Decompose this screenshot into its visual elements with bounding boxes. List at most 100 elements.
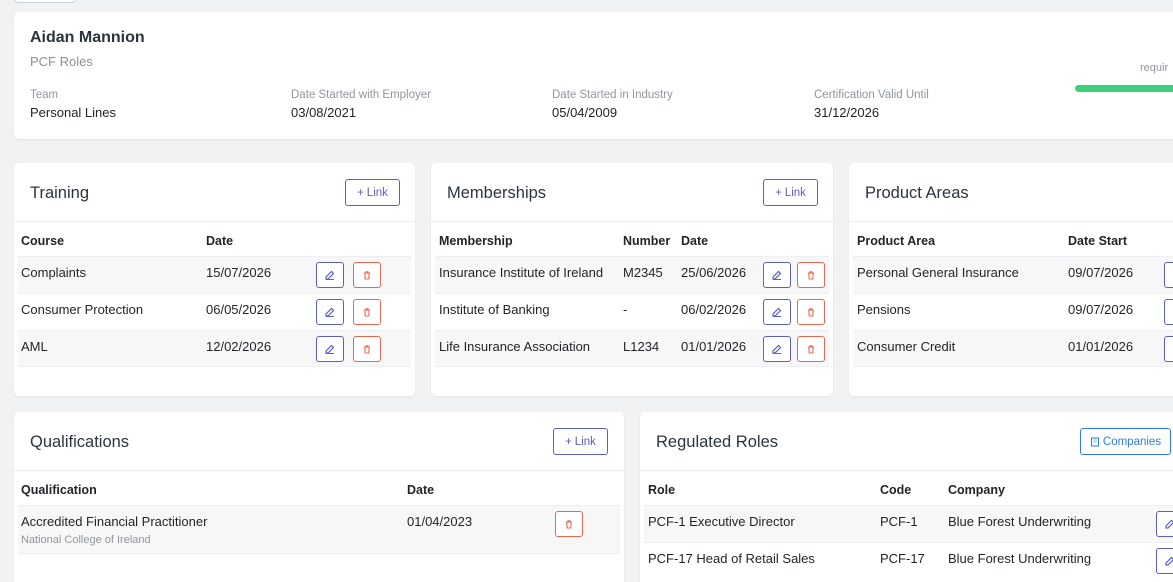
memberships-link-label: Link (784, 186, 806, 199)
course-date: 12/02/2026 (206, 339, 272, 354)
trash-icon (808, 271, 814, 280)
course-date: 06/05/2026 (206, 302, 272, 317)
edit-button[interactable] (1164, 299, 1173, 325)
edit-icon (772, 270, 782, 280)
date-column-header: Date (681, 234, 709, 248)
regulated-roles-title: Regulated Roles (656, 433, 778, 451)
certification-field: Certification Valid Until 31/12/2026 (814, 89, 929, 120)
role-company: Blue Forest Underwriting (948, 551, 1092, 566)
delete-button[interactable] (797, 336, 825, 362)
product-area-date: 01/01/2026 (1068, 339, 1134, 354)
edit-button[interactable] (316, 336, 344, 362)
course-name: Consumer Protection (21, 302, 144, 317)
table-row: Insurance Institute of Ireland M2345 25/… (435, 256, 829, 293)
regulated-roles-header: Regulated Roles Companies (640, 412, 1173, 471)
plus-icon: + (775, 186, 782, 199)
edit-icon (1165, 556, 1173, 566)
industry-start-value: 05/04/2009 (552, 105, 618, 120)
qualification-date: 01/04/2023 (407, 514, 473, 529)
memberships-link-button[interactable]: + Link (763, 179, 818, 206)
edit-icon (1165, 519, 1173, 529)
qualification-column-header: Qualification (21, 483, 97, 497)
table-row: Complaints 15/07/2026 (18, 256, 411, 293)
edit-button[interactable] (763, 299, 791, 325)
product-area-name: Consumer Credit (857, 339, 956, 354)
edit-button[interactable] (763, 262, 791, 288)
edit-button[interactable] (1156, 511, 1173, 537)
employee-subtitle: PCF Roles (30, 54, 93, 69)
product-areas-card: Product Areas Product Area Date Start Pe… (849, 163, 1173, 396)
membership-date: 25/06/2026 (681, 265, 747, 280)
membership-date: 06/02/2026 (681, 302, 747, 317)
plus-icon: + (565, 435, 572, 448)
team-field: Team Personal Lines (30, 89, 116, 120)
qualifications-link-button[interactable]: + Link (553, 428, 608, 455)
requirements-label: requir (1140, 62, 1169, 74)
team-label: Team (30, 89, 59, 101)
membership-number: L1234 (623, 339, 660, 354)
delete-button[interactable] (797, 262, 825, 288)
delete-button[interactable] (353, 262, 381, 288)
memberships-header: Memberships + Link (431, 163, 833, 222)
role-column-header: Role (648, 483, 676, 497)
edit-icon (772, 307, 782, 317)
employer-start-value: 03/08/2021 (291, 105, 357, 120)
date-column-header: Date (206, 234, 234, 248)
membership-number: M2345 (623, 265, 663, 280)
trash-icon (808, 345, 814, 354)
table-row: Institute of Banking - 06/02/2026 (435, 293, 829, 330)
edit-button[interactable] (316, 299, 344, 325)
training-header: Training + Link (14, 163, 415, 222)
table-row: AML 12/02/2026 (18, 330, 411, 367)
delete-button[interactable] (797, 299, 825, 325)
trash-icon (808, 308, 814, 317)
table-row: PCF-1 Executive Director PCF-1 Blue Fore… (644, 505, 1173, 542)
table-row: Pensions 09/07/2026 (853, 293, 1173, 330)
top-back-button[interactable] (14, 0, 76, 3)
membership-column-header: Membership (439, 234, 513, 248)
building-icon (1090, 437, 1099, 446)
product-area-name: Pensions (857, 302, 911, 317)
role-company: Blue Forest Underwriting (948, 514, 1092, 529)
requirements-progress-fill (1075, 85, 1173, 92)
membership-name: Insurance Institute of Ireland (439, 265, 604, 280)
edit-button[interactable] (316, 262, 344, 288)
edit-button[interactable] (1156, 548, 1173, 574)
delete-button[interactable] (353, 336, 381, 362)
memberships-title: Memberships (447, 184, 547, 202)
training-link-button[interactable]: + Link (345, 179, 400, 206)
qualification-name: Accredited Financial Practitioner (21, 514, 208, 529)
edit-icon (325, 344, 335, 354)
delete-button[interactable] (353, 299, 381, 325)
qualifications-card: Qualifications + Link Qualification Date … (14, 412, 624, 582)
product-area-name: Personal General Insurance (857, 265, 1019, 280)
table-row: PCF-17 Head of Retail Sales PCF-17 Blue … (644, 542, 1173, 579)
table-row: Life Insurance Association L1234 01/01/2… (435, 330, 829, 367)
edit-button[interactable] (1164, 336, 1173, 362)
date-column-header: Date (407, 483, 435, 497)
employee-name: Aidan Mannion (30, 29, 145, 46)
table-row: Personal General Insurance 09/07/2026 (853, 256, 1173, 293)
table-row: Consumer Credit 01/01/2026 (853, 330, 1173, 367)
qualifications-link-label: Link (574, 435, 596, 448)
training-link-label: Link (366, 186, 388, 199)
product-areas-title: Product Areas (865, 184, 969, 202)
delete-button[interactable] (555, 511, 583, 537)
companies-label: Companies (1102, 435, 1162, 448)
edit-icon (325, 270, 335, 280)
edit-icon (325, 307, 335, 317)
course-date: 15/07/2026 (206, 265, 272, 280)
certification-value: 31/12/2026 (814, 105, 880, 120)
employer-start-field: Date Started with Employer 03/08/2021 (291, 89, 431, 120)
edit-button[interactable] (1164, 262, 1173, 288)
companies-button[interactable]: Companies (1080, 428, 1171, 455)
edit-icon (772, 344, 782, 354)
product-area-date: 09/07/2026 (1068, 302, 1134, 317)
role-code: PCF-17 (880, 551, 925, 566)
qualifications-title: Qualifications (30, 433, 130, 451)
date-start-column-header: Date Start (1068, 234, 1128, 248)
certification-label: Certification Valid Until (814, 89, 929, 101)
company-column-header: Company (948, 483, 1005, 497)
edit-button[interactable] (763, 336, 791, 362)
trash-icon (364, 308, 370, 317)
